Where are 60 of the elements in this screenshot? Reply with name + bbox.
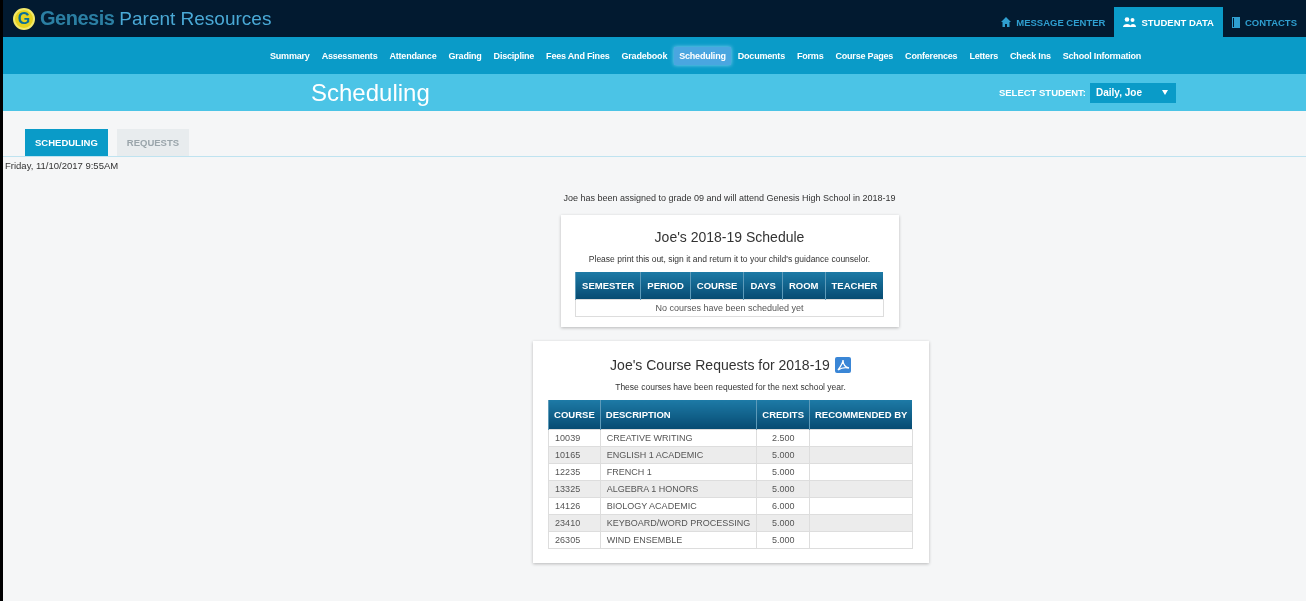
column-header: ROOM [782,272,825,300]
header-tab[interactable]: MESSAGE CENTER [992,7,1115,37]
card-note: These courses have been requested for the next school year. [615,382,846,392]
card-title: Joe's 2018-19 Schedule [654,229,805,245]
nav-link[interactable]: Check Ins [1005,46,1056,65]
column-header: DAYS [743,272,783,300]
card-title: Joe's Course Requests for 2018-19 [610,357,830,373]
table-cell: CREATIVE WRITING [600,429,757,447]
table-cell: 10039 [548,429,601,447]
table-cell: 6.000 [756,497,810,515]
nav-link[interactable]: Documents [732,46,790,65]
select-label: SELECT STUDENT: [998,87,1086,98]
page-title: Scheduling [311,78,430,107]
empty-message: No courses have been scheduled yet [575,299,884,317]
table-cell: 5.000 [756,531,810,549]
nav-link[interactable]: Forms [791,46,829,65]
caret-icon [1162,90,1168,95]
column-header: CREDITS [756,400,810,430]
column-header: DESCRIPTION [600,400,757,430]
column-header: SEMESTER [575,272,641,300]
table-cell: WIND ENSEMBLE [600,531,757,549]
table-cell: 5.000 [756,463,810,481]
brand-name: Genesis [40,7,115,30]
nav-link[interactable]: Fees And Fines [541,46,615,65]
nav-link[interactable]: School Information [1057,46,1147,65]
column-header: RECOMMENDED BY [809,400,913,430]
nav-link[interactable]: Gradebook [616,46,673,65]
column-header: TEACHER [825,272,884,300]
header-tab[interactable]: CONTACTS [1222,7,1306,37]
table-cell: FRENCH 1 [600,463,757,481]
nav-link[interactable]: Discipline [488,46,540,65]
student-dropdown[interactable]: Daily, Joe [1090,82,1176,103]
people-icon [1123,17,1137,27]
tab[interactable]: REQUESTS [116,129,190,156]
column-header: COURSE [690,272,744,300]
column-header: COURSE [548,400,601,430]
nav-link[interactable]: Assessments [316,46,383,65]
table-cell: 14126 [548,497,601,515]
tab[interactable]: SCHEDULING [25,129,108,156]
home-icon [1001,17,1012,27]
timestamp: Friday, 11/10/2017 9:55AM [4,159,120,171]
app-title: Parent Resources [119,7,272,30]
nav-link[interactable]: Summary [265,46,315,65]
assignment-note: Joe has been assigned to grade 09 and will attend Genesis High School in 2018-19 [563,193,896,203]
nav-link[interactable]: Scheduling [674,46,731,65]
nav-link[interactable]: Conferences [900,46,963,65]
table-cell: BIOLOGY ACADEMIC [600,497,757,515]
table-cell: 2.500 [756,429,810,447]
header-tab[interactable]: STUDENT DATA [1114,7,1223,37]
card-note: Please print this out, sign it and return it to your child's guidance counselor. [588,254,871,264]
nav-link[interactable]: Grading [443,46,487,65]
table-cell: 26305 [548,531,601,549]
pdf-icon[interactable] [834,357,851,373]
logo-icon: G [13,7,35,30]
nav-link[interactable]: Course Pages [830,46,899,65]
nav-link[interactable]: Attendance [384,46,442,65]
column-header: PERIOD [640,272,691,300]
book-icon [1231,16,1240,28]
table-cell: 12235 [548,463,601,481]
nav-link[interactable]: Letters [964,46,1004,65]
